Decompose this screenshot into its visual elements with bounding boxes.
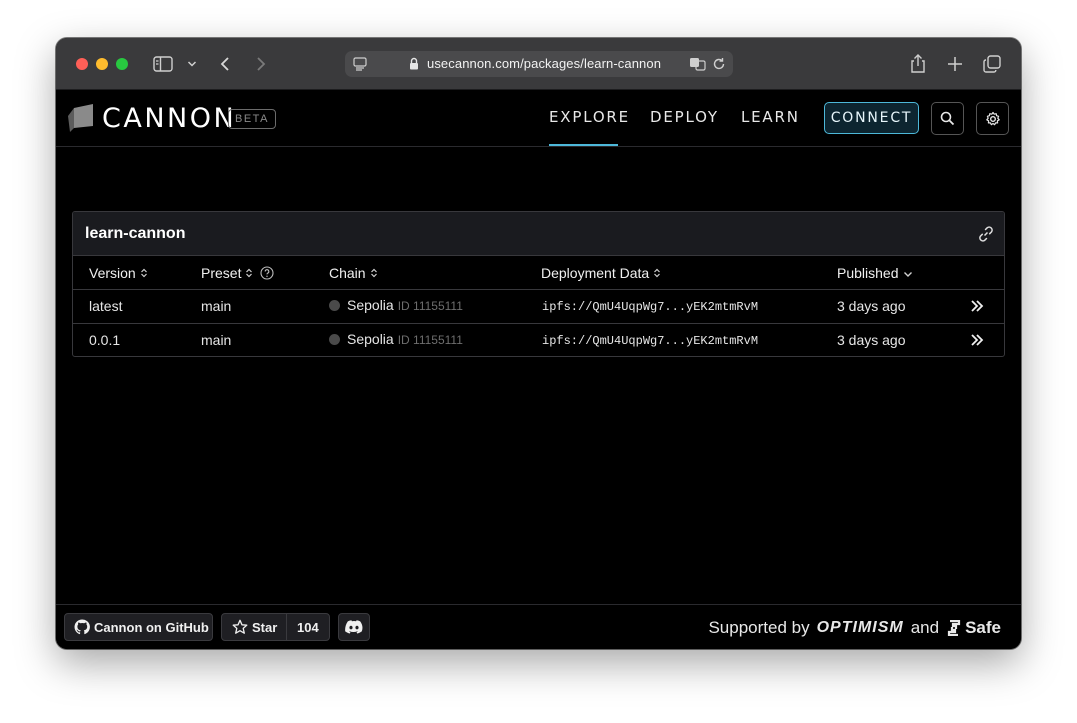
deployment-cell[interactable]: ipfs://QmU4UqpWg7...yEK2mtmRvM <box>542 334 758 348</box>
double-chevron-right-icon[interactable] <box>970 299 984 318</box>
column-header-preset[interactable]: Preset <box>201 265 275 281</box>
page-menu-icon[interactable] <box>353 57 367 76</box>
supported-by-label: Supported by <box>708 618 810 637</box>
tab-overview-icon[interactable] <box>982 54 1002 74</box>
published-cell: 3 days ago <box>837 332 906 348</box>
discord-icon <box>345 620 363 634</box>
sort-icon <box>245 265 253 281</box>
search-button[interactable] <box>931 102 964 135</box>
nav-deploy[interactable]: DEPLOY <box>650 108 719 126</box>
new-tab-icon[interactable] <box>945 54 965 74</box>
chain-cell: Sepolia ID 11155111 <box>329 331 463 347</box>
settings-button[interactable] <box>976 102 1009 135</box>
supported-by: Supported by OPTIMISM and Safe <box>708 618 1001 638</box>
chain-status-dot <box>329 300 340 311</box>
back-arrow-icon[interactable] <box>218 54 232 74</box>
help-icon[interactable] <box>260 266 275 280</box>
column-label: Preset <box>201 265 242 281</box>
lock-icon <box>409 57 419 75</box>
search-icon <box>940 111 955 126</box>
forward-arrow-icon[interactable] <box>254 54 268 74</box>
active-nav-indicator <box>549 144 618 146</box>
star-count[interactable]: 104 <box>287 620 319 635</box>
column-header-version[interactable]: Version <box>89 265 148 281</box>
column-label: Published <box>837 265 899 281</box>
chain-name: Sepolia <box>347 331 394 347</box>
app-header: CANNON BETA EXPLORE DEPLOY LEARN CONNECT <box>56 90 1021 147</box>
version-cell[interactable]: 0.0.1 <box>89 332 120 348</box>
star-button-group[interactable]: Star 104 <box>221 613 330 641</box>
chain-name: Sepolia <box>347 297 394 313</box>
column-label: Deployment Data <box>541 265 650 281</box>
browser-window: usecannon.com/packages/learn-cannon CANN… <box>56 38 1021 649</box>
column-header-deployment-data[interactable]: Deployment Data <box>541 265 661 281</box>
optimism-logo[interactable]: OPTIMISM <box>817 619 904 637</box>
github-button[interactable]: Cannon on GitHub <box>64 613 213 641</box>
preset-cell: main <box>201 298 232 314</box>
url-text: usecannon.com/packages/learn-cannon <box>427 56 662 71</box>
published-cell: 3 days ago <box>837 298 906 314</box>
sort-icon <box>370 265 378 281</box>
app-footer: Cannon on GitHub Star 104 Supported by O… <box>56 604 1021 649</box>
chain-id: ID 11155111 <box>397 333 463 347</box>
sidebar-toggle-icon[interactable] <box>152 54 174 74</box>
github-label: Cannon on GitHub <box>94 619 209 635</box>
nav-explore[interactable]: EXPLORE <box>549 108 630 126</box>
address-bar[interactable]: usecannon.com/packages/learn-cannon <box>345 51 733 77</box>
zoom-window-button[interactable] <box>116 58 128 70</box>
column-label: Chain <box>329 265 366 281</box>
cannon-logo-icon[interactable] <box>68 104 94 137</box>
logo-text[interactable]: CANNON <box>102 103 236 134</box>
share-icon[interactable] <box>908 54 928 74</box>
sort-desc-icon <box>903 265 913 281</box>
package-panel: learn-cannon Version Preset Chain Deploy… <box>72 211 1005 357</box>
browser-toolbar: usecannon.com/packages/learn-cannon <box>56 38 1021 90</box>
table-row[interactable]: latest main Sepolia ID 11155111 ipfs://Qm… <box>73 290 1004 323</box>
deployment-cell[interactable]: ipfs://QmU4UqpWg7...yEK2mtmRvM <box>542 300 758 314</box>
minimize-window-button[interactable] <box>96 58 108 70</box>
column-label: Version <box>89 265 136 281</box>
reload-icon[interactable] <box>712 57 726 76</box>
link-icon[interactable] <box>977 225 995 248</box>
github-icon <box>74 619 90 635</box>
discord-button[interactable] <box>338 613 370 641</box>
column-header-published[interactable]: Published <box>837 265 913 281</box>
chevron-down-icon[interactable] <box>186 54 198 74</box>
sort-icon <box>653 265 661 281</box>
table-row[interactable]: 0.0.1 main Sepolia ID 11155111 ipfs://QmU… <box>73 324 1004 356</box>
close-window-button[interactable] <box>76 58 88 70</box>
connect-button[interactable]: CONNECT <box>824 102 919 134</box>
beta-badge: BETA <box>228 109 276 129</box>
star-icon <box>232 619 248 635</box>
package-name: learn-cannon <box>85 225 186 242</box>
translate-icon[interactable] <box>689 57 707 76</box>
and-label: and <box>910 618 940 637</box>
double-chevron-right-icon[interactable] <box>970 333 984 352</box>
preset-cell: main <box>201 332 232 348</box>
version-cell[interactable]: latest <box>89 298 122 314</box>
nav-learn[interactable]: LEARN <box>741 108 800 126</box>
star-button[interactable]: Star <box>222 614 287 640</box>
safe-label: Safe <box>965 618 1001 637</box>
star-label: Star <box>252 619 278 635</box>
sort-icon <box>140 265 148 281</box>
safe-logo[interactable]: Safe <box>946 618 1001 638</box>
column-header-chain[interactable]: Chain <box>329 265 378 281</box>
gear-icon <box>985 111 1001 127</box>
chain-cell: Sepolia ID 11155111 <box>329 297 463 313</box>
chain-id: ID 11155111 <box>397 299 463 313</box>
safe-icon <box>946 620 962 636</box>
package-panel-header: learn-cannon <box>73 212 1004 256</box>
chain-status-dot <box>329 334 340 345</box>
